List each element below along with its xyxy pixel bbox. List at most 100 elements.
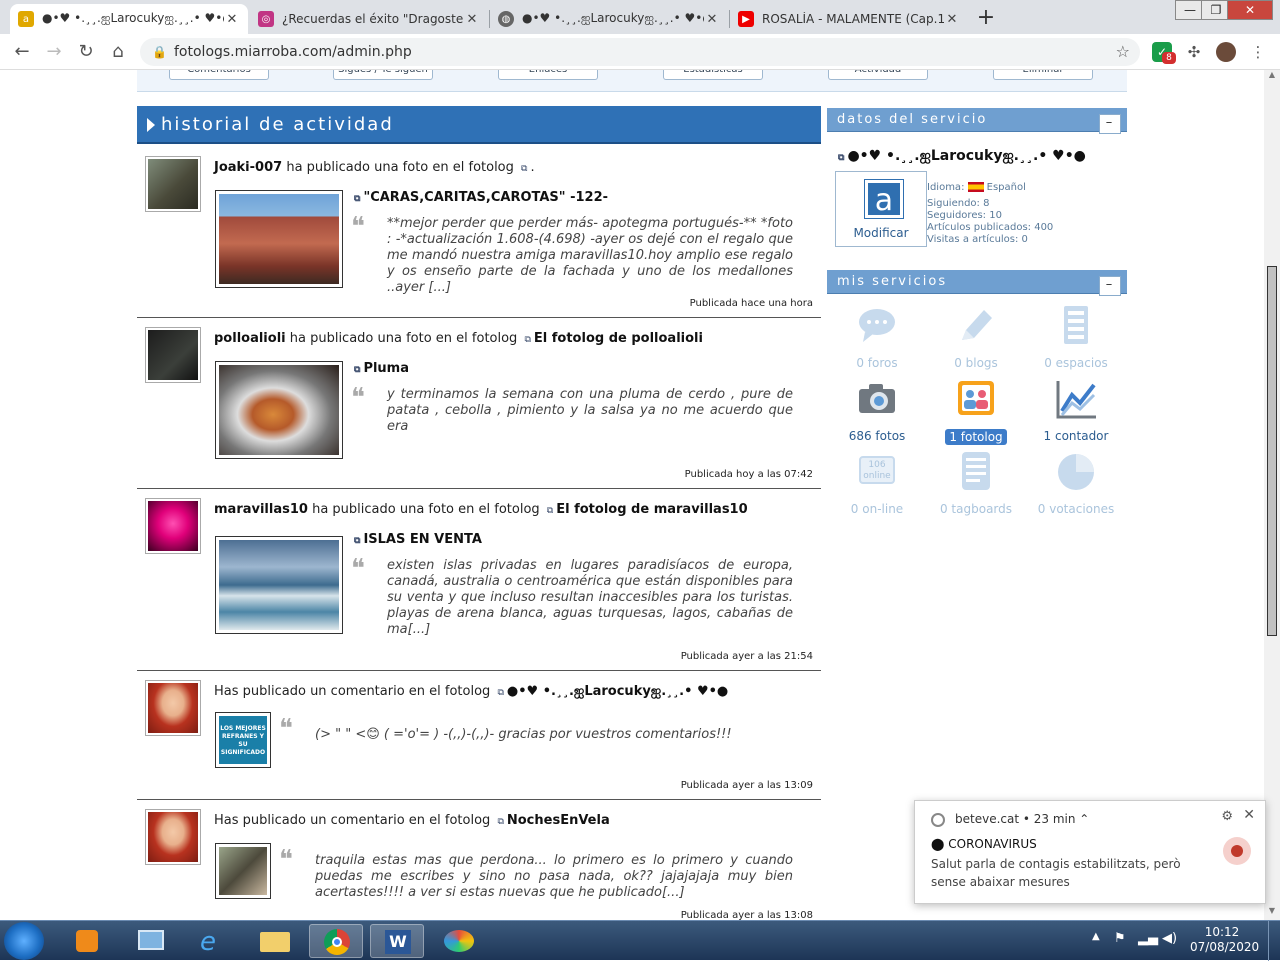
service-fotos[interactable]: 686 fotos <box>827 377 927 443</box>
service-blogs[interactable]: 0 blogs <box>926 304 1026 370</box>
volume-icon[interactable]: ◀) <box>1162 931 1177 946</box>
service-votaciones[interactable]: 0 votaciones <box>1026 450 1126 516</box>
avatar[interactable] <box>145 680 201 736</box>
browser-tab-larocuky[interactable]: ◍ ●•♥ •.¸¸.ஐLarocukyஐ.¸¸.• ♥•● ✕ <box>490 4 728 34</box>
word-taskbar-icon[interactable]: W <box>370 924 424 958</box>
puzzle-extensions-icon[interactable]: ✣ <box>1184 42 1204 62</box>
publish-time: Publicada hace una hora <box>689 298 813 309</box>
language-info: Idioma: Español <box>927 182 1026 193</box>
chat-icon <box>855 304 899 348</box>
nav-comentarios[interactable]: Comentarios <box>169 70 269 80</box>
browser-tab-rosalia[interactable]: ▶ ROSALÍA - MALAMENTE (Cap.1: Augurio) ✕ <box>730 4 968 34</box>
reload-icon[interactable]: ↻ <box>74 40 98 64</box>
comment-thumbnail[interactable] <box>215 843 271 899</box>
nav-eliminar[interactable]: Eliminar <box>993 70 1093 80</box>
close-icon[interactable]: ✕ <box>1243 807 1255 823</box>
close-tab-icon[interactable]: ✕ <box>704 12 720 27</box>
back-arrow-icon[interactable]: ← <box>10 40 34 64</box>
scrollbar-thumb[interactable] <box>1267 266 1277 636</box>
menu-dots-icon[interactable]: ⋮ <box>1248 42 1268 62</box>
post-title-link[interactable]: ⧉ "CARAS,CARITAS,CAROTAS" -122- <box>351 190 608 205</box>
internet-explorer-taskbar-icon[interactable]: e <box>186 924 240 958</box>
forward-arrow-icon[interactable]: → <box>42 40 66 64</box>
avatar[interactable] <box>145 809 201 865</box>
quote-icon: ❝ <box>279 845 293 875</box>
comment-thumbnail[interactable]: LOS MEJORES REFRANES Y SU SIGNIFICADO <box>215 712 271 768</box>
photo-thumbnail[interactable] <box>215 361 343 459</box>
quote-icon: ❝ <box>351 212 365 242</box>
service-name[interactable]: ⧉ ●•♥ •.¸¸.ஐLarocukyஐ.¸¸.• ♥•● <box>835 148 1086 166</box>
new-tab-button[interactable]: + <box>972 5 1000 33</box>
post-title-link[interactable]: ⧉ Pluma <box>351 361 409 376</box>
service-fotolog[interactable]: 1 fotolog <box>926 377 1026 445</box>
address-bar[interactable]: 🔒 fotologs.miarroba.com/admin.php ☆ <box>140 38 1140 66</box>
user-link[interactable]: maravillas10 <box>214 502 308 517</box>
external-link-icon: ⧉ <box>354 365 361 375</box>
fotolog-link[interactable]: El fotolog de polloalioli <box>534 331 703 346</box>
home-icon[interactable]: ⌂ <box>106 40 130 64</box>
service-tagboards[interactable]: 0 tagboards <box>926 450 1026 516</box>
photo-thumbnail[interactable] <box>215 536 343 634</box>
browser-tab-dragostea[interactable]: ◎ ¿Recuerdas el éxito "Dragostea Din Tei… <box>250 4 488 34</box>
user-link[interactable]: Joaki-007 <box>214 160 282 175</box>
signal-icon[interactable]: ▂▄ <box>1138 931 1158 946</box>
file-explorer-taskbar-icon[interactable] <box>248 924 302 958</box>
tagboard-icon <box>954 450 998 494</box>
chrome-notification[interactable]: beteve.cat • 23 min ⌃ ⚙ ✕ ⬤ CORONAVIRUS … <box>914 800 1266 904</box>
post-excerpt: **mejor perder que perder más- apotegma … <box>387 216 793 295</box>
nav-estadisticas[interactable]: Estadísticas <box>663 70 763 80</box>
media-player-taskbar-icon[interactable] <box>60 924 114 958</box>
pie-chart-icon <box>1054 450 1098 494</box>
publish-time: Publicada hoy a las 07:42 <box>684 469 813 480</box>
admin-nav: Comentarios Sigues / Te siguen Enlaces E… <box>137 70 1127 92</box>
post-excerpt: existen islas privadas en lugares paradi… <box>387 558 793 637</box>
activity-line: Joaki-007 ha publicado una foto en el fo… <box>214 160 535 175</box>
clock[interactable]: 10:12 07/08/2020 <box>1190 925 1259 955</box>
publish-time: Publicada ayer a las 13:08 <box>680 910 813 920</box>
flag-icon[interactable]: ⚑ <box>1114 931 1126 946</box>
pencil-icon <box>954 304 998 348</box>
show-desktop-button[interactable] <box>1268 921 1280 961</box>
paint-taskbar-icon[interactable] <box>432 924 486 958</box>
collapse-button[interactable]: – <box>1099 114 1121 134</box>
fotolog-link[interactable]: NochesEnVela <box>507 813 610 828</box>
nav-enlaces[interactable]: Enlaces <box>498 70 598 80</box>
activity-entry: Has publicado un comentario en el fotolo… <box>137 801 821 920</box>
avatar[interactable] <box>145 156 201 212</box>
web-page: Comentarios Sigues / Te siguen Enlaces E… <box>0 70 1264 920</box>
browser-tab-fotolog[interactable]: a ●•♥ •.¸¸.ஐLarocukyஐ.¸¸.• ♥•● - Fotolog… <box>10 4 248 34</box>
gear-icon[interactable]: ⚙ <box>1221 809 1233 824</box>
start-button[interactable] <box>4 922 44 960</box>
avatar[interactable] <box>145 327 201 383</box>
close-tab-icon[interactable]: ✕ <box>464 12 480 27</box>
post-title-link[interactable]: ⧉ ISLAS EN VENTA <box>351 532 482 547</box>
modify-service-button[interactable]: a Modificar <box>835 171 927 247</box>
bookmark-star-icon[interactable]: ☆ <box>1116 38 1130 66</box>
external-link-icon: ⧉ <box>354 536 361 546</box>
scroll-down-icon[interactable]: ▼ <box>1264 906 1280 920</box>
page-scrollbar[interactable]: ▲ ▼ <box>1264 70 1280 920</box>
close-window-button[interactable]: ✕ <box>1227 0 1273 20</box>
external-link-icon: ⧉ <box>354 194 361 204</box>
avatar[interactable] <box>145 498 201 554</box>
instagram-icon: ◎ <box>258 11 274 27</box>
close-tab-icon[interactable]: ✕ <box>944 12 960 27</box>
scroll-up-icon[interactable]: ▲ <box>1264 70 1280 84</box>
fotolog-link[interactable]: ●•♥ •.¸¸.ஐLarocukyஐ.¸¸.• ♥•● <box>507 684 728 699</box>
service-foros[interactable]: 0 foros <box>827 304 927 370</box>
network-taskbar-icon[interactable] <box>124 924 178 958</box>
show-hidden-icons[interactable]: ▲ <box>1092 931 1100 942</box>
nav-sigues[interactable]: Sigues / Te siguen <box>333 70 433 80</box>
fotolog-link[interactable]: El fotolog de maravillas10 <box>556 502 747 517</box>
chrome-taskbar-icon[interactable] <box>309 924 363 958</box>
nav-actividad[interactable]: Actividad <box>828 70 928 80</box>
collapse-button[interactable]: – <box>1099 276 1121 296</box>
service-contador[interactable]: 1 contador <box>1026 377 1126 443</box>
user-link[interactable]: polloalioli <box>214 331 286 346</box>
service-espacios[interactable]: 0 espacios <box>1026 304 1126 370</box>
profile-avatar[interactable] <box>1216 42 1236 62</box>
close-tab-icon[interactable]: ✕ <box>224 12 240 27</box>
service-online[interactable]: 106 online 0 on-line <box>827 450 927 516</box>
fotolog-icon: a <box>18 11 34 27</box>
photo-thumbnail[interactable] <box>215 190 343 288</box>
